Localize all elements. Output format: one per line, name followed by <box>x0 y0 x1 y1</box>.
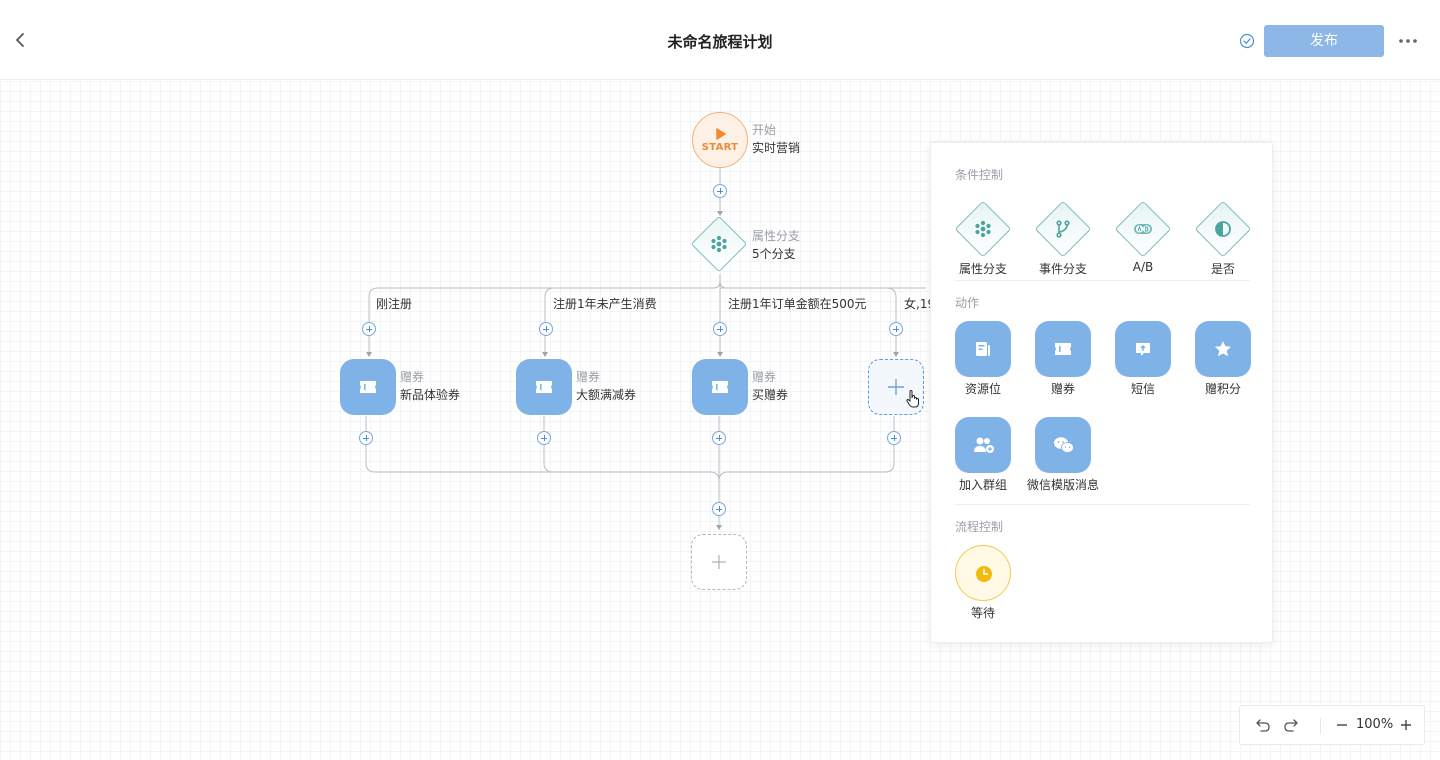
publish-button[interactable]: 发布 <box>1264 25 1384 57</box>
node-palette-panel: 条件控制 属性分支 事件分支 A/B 是否 动作 资源位 赠券 短信 赠积分 加… <box>930 142 1273 643</box>
palette-sms[interactable]: 短信 <box>1105 321 1181 401</box>
add-node-button[interactable] <box>713 184 727 198</box>
start-node-name: 实时营销 <box>752 141 801 155</box>
wechat-icon <box>1054 437 1074 453</box>
tool-action-bg <box>955 321 1011 377</box>
add-node-button[interactable] <box>712 502 726 516</box>
node-type: 赠券 <box>576 370 601 384</box>
palette-event-split[interactable]: 事件分支 <box>1025 200 1101 281</box>
plus-icon <box>712 555 726 569</box>
coupon-node[interactable] <box>340 359 396 415</box>
tool-action-bg <box>1035 417 1091 473</box>
start-badge: START <box>701 142 739 153</box>
redo-icon[interactable] <box>1283 717 1299 733</box>
branch-label: 注册1年未产生消费 <box>553 297 657 311</box>
node-type: 赠券 <box>400 370 425 384</box>
start-node-subtitle: 开始 <box>752 123 777 137</box>
minus-icon[interactable] <box>1334 717 1350 733</box>
palette-points[interactable]: 赠积分 <box>1185 321 1261 401</box>
node-name: 大额满减券 <box>576 388 637 402</box>
coupon-node[interactable] <box>692 359 748 415</box>
attribute-split-icon <box>711 235 727 253</box>
add-node-button[interactable] <box>539 322 553 336</box>
section-title-flow: 流程控制 <box>955 520 1004 534</box>
add-node-button[interactable] <box>887 431 901 445</box>
plus-icon <box>888 379 904 395</box>
split-node-name: 5个分支 <box>752 247 796 261</box>
ticket-icon <box>712 381 728 393</box>
add-node-button[interactable] <box>712 431 726 445</box>
node-name: 买赠券 <box>752 388 789 402</box>
divider <box>955 280 1250 281</box>
node-type: 赠券 <box>752 370 777 384</box>
split-node-subtitle: 属性分支 <box>752 229 801 243</box>
check-circle-icon <box>1239 33 1255 49</box>
half-circle-icon <box>1215 221 1231 237</box>
hand-cursor-icon <box>906 390 919 408</box>
tool-action-bg <box>1195 321 1251 377</box>
coupon-node[interactable] <box>516 359 572 415</box>
tool-label: 赠积分 <box>1204 382 1241 396</box>
star-icon <box>1215 341 1231 357</box>
palette-join-group[interactable]: 加入群组 <box>945 417 1021 497</box>
tool-label: 是否 <box>1210 262 1235 276</box>
zoom-toolbar: 100% <box>1239 705 1425 745</box>
ab-test-icon <box>1134 224 1152 234</box>
page-title: 未命名旅程计划 <box>667 33 773 51</box>
tool-action-bg <box>1115 321 1171 377</box>
git-branch-icon <box>1056 220 1070 238</box>
palette-yes-no[interactable]: 是否 <box>1185 200 1261 281</box>
add-node-button[interactable] <box>359 431 373 445</box>
palette-wechat-template[interactable]: 微信模版消息 <box>1025 417 1101 497</box>
add-node-button[interactable] <box>537 431 551 445</box>
tool-wait-bg <box>955 545 1011 601</box>
node-name: 新品体验券 <box>400 388 461 402</box>
more-horizontal-icon[interactable] <box>1398 32 1418 50</box>
split-node-label: 属性分支 5个分支 <box>752 227 800 263</box>
coupon-node-label: 赠券 买赠券 <box>752 368 788 404</box>
palette-ab-test[interactable]: A/B <box>1105 200 1181 281</box>
add-node-button[interactable] <box>713 322 727 336</box>
add-user-icon <box>974 437 994 453</box>
separator <box>1320 718 1321 734</box>
start-node[interactable]: START <box>692 112 748 168</box>
palette-resource-slot[interactable]: 资源位 <box>945 321 1021 401</box>
tool-action-bg <box>955 417 1011 473</box>
ticket-icon <box>1055 343 1071 355</box>
coupon-node-label: 赠券 新品体验券 <box>400 368 460 404</box>
branch-label: 注册1年订单金额在500元 <box>728 297 867 311</box>
empty-node-placeholder[interactable] <box>691 534 747 590</box>
tool-action-bg <box>1035 321 1091 377</box>
palette-coupon[interactable]: 赠券 <box>1025 321 1101 401</box>
play-icon <box>716 128 726 140</box>
palette-attribute-split[interactable]: 属性分支 <box>945 200 1021 281</box>
section-title-condition: 条件控制 <box>955 168 1004 182</box>
start-node-label: 开始 实时营销 <box>752 121 800 157</box>
add-node-button[interactable] <box>362 322 376 336</box>
palette-wait[interactable]: 等待 <box>945 545 1021 625</box>
tool-label: 等待 <box>970 606 995 620</box>
divider <box>955 504 1250 505</box>
zoom-level: 100% <box>1356 717 1394 732</box>
clock-icon <box>976 566 992 582</box>
ticket-icon <box>536 381 552 393</box>
document-icon <box>976 342 990 356</box>
undo-icon[interactable] <box>1255 717 1271 733</box>
header-bar: 未命名旅程计划 发布 <box>0 0 1440 80</box>
section-title-action: 动作 <box>955 296 980 310</box>
branch-label: 刚注册 <box>376 297 413 311</box>
message-icon <box>1136 343 1150 356</box>
attribute-split-icon <box>975 220 991 238</box>
coupon-node-label: 赠券 大额满减券 <box>576 368 636 404</box>
add-node-button[interactable] <box>889 322 903 336</box>
ticket-icon <box>360 381 376 393</box>
tool-label: 微信模版消息 <box>1026 478 1099 492</box>
plus-icon[interactable] <box>1398 717 1414 733</box>
